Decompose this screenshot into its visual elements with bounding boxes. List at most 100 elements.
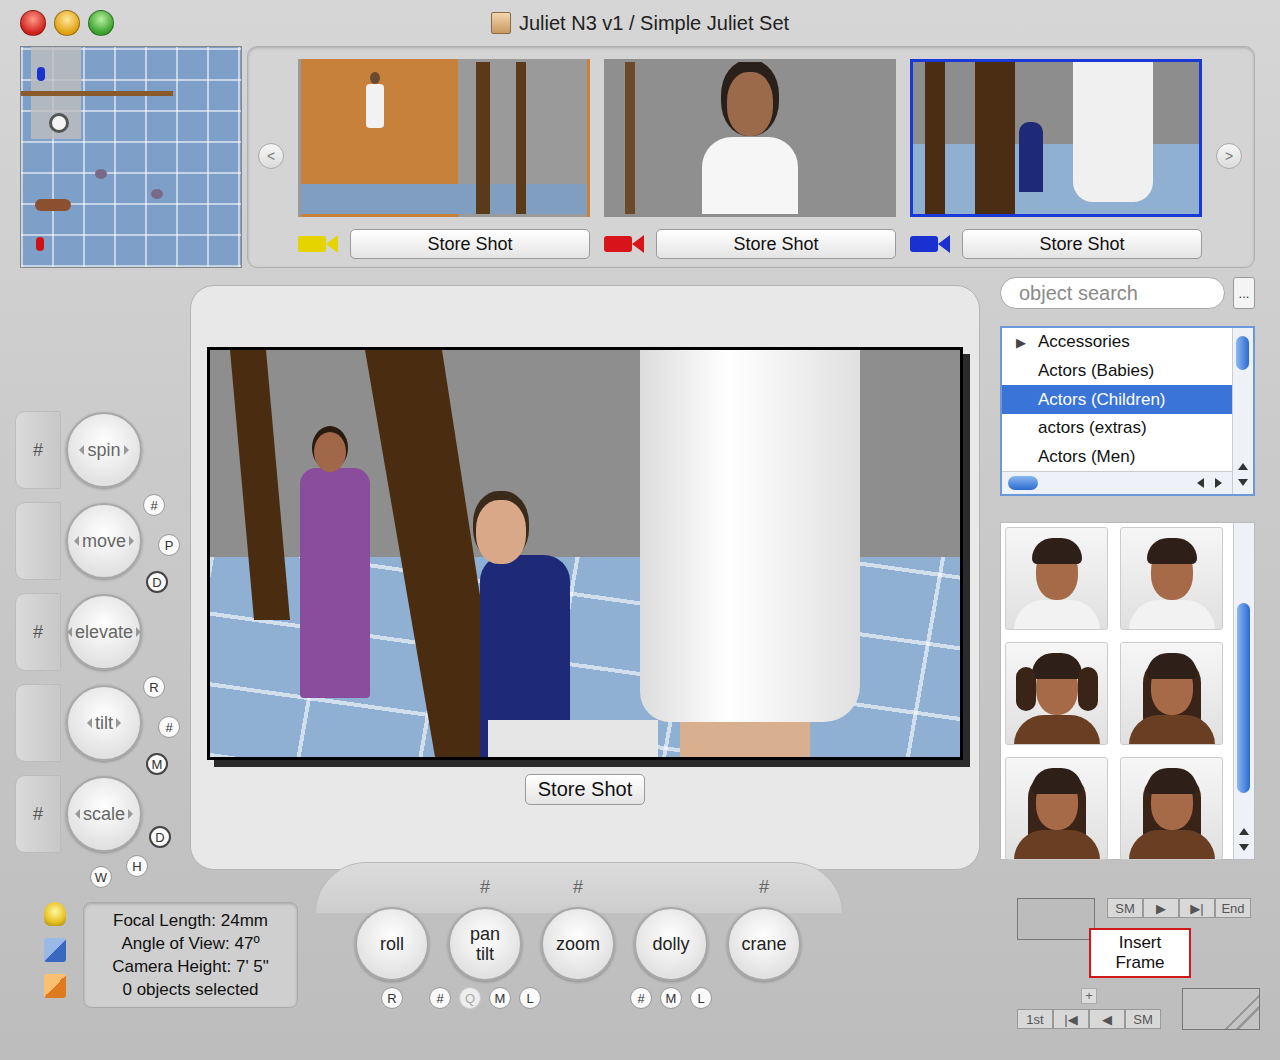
- control-option-badge[interactable]: L: [690, 987, 712, 1009]
- frame-nav-button[interactable]: ◀: [1089, 1009, 1125, 1029]
- previous-shots-button[interactable]: <: [258, 143, 284, 169]
- control-option-badge[interactable]: D: [146, 571, 168, 593]
- numeric-entry-button[interactable]: #: [759, 877, 769, 898]
- next-shots-button[interactable]: >: [1216, 143, 1242, 169]
- right-arrow-icon: [116, 718, 121, 728]
- category-item[interactable]: Actors (Babies): [1002, 357, 1232, 386]
- numeric-entry-button[interactable]: #: [33, 622, 43, 643]
- object-control-row: # scaleDHW: [0, 776, 190, 852]
- camera-info-panel: Focal Length: 24mmAngle of View: 47ºCame…: [83, 902, 298, 1008]
- store-shot-button[interactable]: Store Shot: [525, 774, 646, 805]
- view-marker-icon[interactable]: [49, 113, 69, 133]
- frame-nav-button[interactable]: ▶: [1143, 898, 1179, 918]
- control-option-badge[interactable]: #: [429, 987, 451, 1009]
- map-wall: [21, 91, 173, 96]
- light-bulb-icon[interactable]: [44, 902, 66, 926]
- resize-grip-icon[interactable]: [1182, 988, 1260, 1030]
- control-option-badge[interactable]: M: [660, 987, 682, 1009]
- horizontal-scrollbar[interactable]: [1002, 471, 1232, 494]
- insert-frame-button[interactable]: Insert Frame: [1089, 928, 1191, 978]
- control-option-badge[interactable]: M: [489, 987, 511, 1009]
- camera-control-button[interactable]: pan tilt: [448, 907, 522, 981]
- object-control-row: # elevate: [0, 594, 190, 670]
- shot-bar: Store Shot: [910, 229, 1202, 259]
- actor-thumbnail[interactable]: [1120, 527, 1223, 630]
- control-option-badge[interactable]: #: [630, 987, 652, 1009]
- control-option-badge[interactable]: H: [126, 855, 148, 877]
- shot-thumbnail[interactable]: [604, 59, 896, 217]
- category-item[interactable]: Actors (Men): [1002, 443, 1232, 472]
- object-search-field[interactable]: [1000, 277, 1225, 309]
- control-option-badge[interactable]: P: [158, 534, 180, 556]
- minimize-button[interactable]: [54, 10, 80, 36]
- control-label: tilt: [95, 713, 113, 734]
- store-shot-button[interactable]: Store Shot: [656, 229, 896, 259]
- category-item[interactable]: Actors (Children): [1002, 385, 1232, 414]
- frame-nav-button[interactable]: ▶|: [1179, 898, 1215, 918]
- frame-nav-button[interactable]: |◀: [1053, 1009, 1089, 1029]
- object-control-button[interactable]: elevate: [66, 594, 142, 670]
- shot-thumbnail[interactable]: [910, 59, 1202, 217]
- zoom-button[interactable]: [88, 10, 114, 36]
- left-arrow-icon: [75, 809, 80, 819]
- view-tools: [44, 902, 70, 1060]
- object-control-button[interactable]: scaleDHW: [66, 776, 142, 852]
- right-arrow-icon: [124, 445, 129, 455]
- vertical-scrollbar[interactable]: [1232, 328, 1253, 494]
- layers-icon[interactable]: [44, 938, 66, 962]
- object-control-button[interactable]: spin: [66, 412, 142, 488]
- numeric-entry-button[interactable]: #: [480, 877, 490, 898]
- control-option-badge[interactable]: R: [143, 676, 165, 698]
- numeric-entry-button[interactable]: #: [573, 877, 583, 898]
- control-option-badge[interactable]: #: [158, 716, 180, 738]
- actor-thumbnail[interactable]: [1005, 757, 1108, 860]
- category-item[interactable]: actors (extras): [1002, 414, 1232, 443]
- numeric-entry-button[interactable]: #: [33, 440, 43, 461]
- frame-nav-button[interactable]: SM: [1125, 1009, 1161, 1029]
- shot-thumbnail[interactable]: [298, 59, 590, 217]
- frame-nav-button[interactable]: 1st: [1017, 1009, 1053, 1029]
- object-control-button[interactable]: move#PD: [66, 503, 142, 579]
- camera-control-button[interactable]: roll: [355, 907, 429, 981]
- top-row: < Store Shot Store Shot Store Shot >: [0, 46, 1280, 268]
- search-options-button[interactable]: ...: [1233, 277, 1255, 309]
- object-control-button[interactable]: tiltR#M: [66, 685, 142, 761]
- actor-marker-icon[interactable]: [95, 169, 107, 179]
- camera-marker-icon[interactable]: [37, 67, 45, 81]
- control-option-badge[interactable]: #: [143, 494, 165, 516]
- camera-control-button[interactable]: dolly: [634, 907, 708, 981]
- actor-thumbnail[interactable]: [1005, 642, 1108, 745]
- frame-nav-button[interactable]: End: [1215, 898, 1251, 918]
- actor-marker-icon[interactable]: [151, 189, 163, 199]
- frame-nav-button[interactable]: SM: [1107, 898, 1143, 918]
- camera-control-button[interactable]: crane: [727, 907, 801, 981]
- disclosure-triangle[interactable]: ▶: [1016, 335, 1030, 350]
- left-arrow-icon: [79, 445, 84, 455]
- camera-view[interactable]: [207, 347, 963, 760]
- control-option-badge[interactable]: D: [149, 826, 171, 848]
- control-option-badge[interactable]: W: [90, 866, 112, 888]
- frame-preview[interactable]: [1017, 898, 1095, 940]
- camera-icon: [604, 235, 644, 253]
- category-item[interactable]: ▶Accessories: [1002, 328, 1232, 357]
- control-option-badge[interactable]: M: [146, 753, 168, 775]
- store-shot-button[interactable]: Store Shot: [350, 229, 590, 259]
- numeric-entry-button[interactable]: #: [33, 804, 43, 825]
- control-label: scale: [83, 804, 125, 825]
- control-option-badge[interactable]: L: [519, 987, 541, 1009]
- floor-plan-map[interactable]: [20, 46, 242, 268]
- store-shot-button[interactable]: Store Shot: [962, 229, 1202, 259]
- actor-thumbnail[interactable]: [1120, 642, 1223, 745]
- control-option-badge[interactable]: R: [381, 987, 403, 1009]
- close-button[interactable]: [20, 10, 46, 36]
- camera-control-button[interactable]: zoom: [541, 907, 615, 981]
- control-strip: [15, 684, 61, 762]
- add-frame-button[interactable]: +: [1081, 988, 1097, 1004]
- objects-icon[interactable]: [44, 974, 66, 998]
- camera-marker-icon[interactable]: [36, 237, 44, 251]
- prop-marker-icon[interactable]: [35, 199, 71, 211]
- actor-thumbnail[interactable]: [1005, 527, 1108, 630]
- actor-thumbnail[interactable]: [1120, 757, 1223, 860]
- document-icon: [491, 12, 511, 34]
- vertical-scrollbar[interactable]: [1233, 523, 1254, 859]
